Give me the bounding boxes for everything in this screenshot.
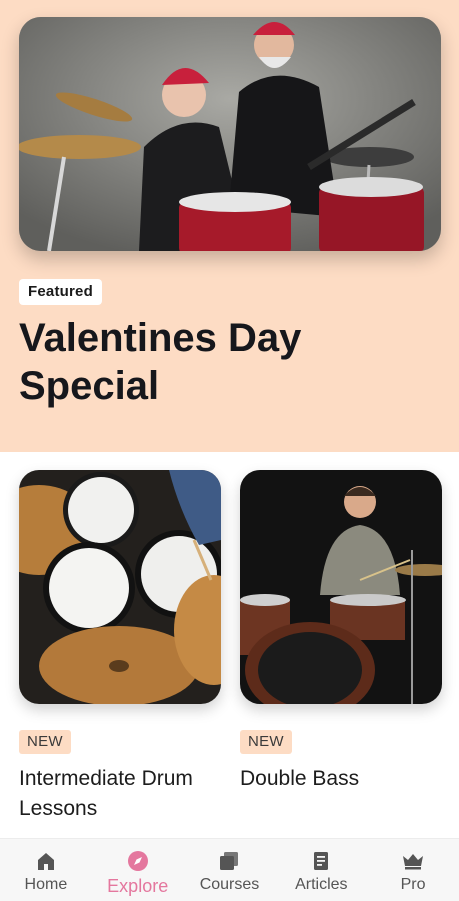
book-icon <box>314 852 329 870</box>
nav-label: Explore <box>107 876 169 896</box>
new-badge: NEW <box>19 730 71 754</box>
course-card[interactable]: NEW Double Bass <box>240 470 442 794</box>
stack-icon <box>220 852 239 870</box>
nav-item-home[interactable]: Home <box>0 839 92 901</box>
nav-label: Home <box>24 876 68 893</box>
drum-kit-photo <box>19 470 221 704</box>
nav-item-articles[interactable]: Articles <box>275 839 367 901</box>
crown-icon <box>403 854 424 870</box>
course-card-title[interactable]: Intermediate Drum Lessons <box>19 764 221 824</box>
nav-label: Courses <box>199 876 260 893</box>
featured-section[interactable]: Featured Valentines Day Special <box>0 0 459 452</box>
course-card[interactable]: NEW Intermediate Drum Lessons <box>19 470 221 824</box>
bottom-navigation: Home Explore Courses Articles Pro <box>0 838 459 901</box>
nav-label: Articles <box>295 876 348 893</box>
drummer-photo <box>240 470 442 704</box>
course-card-image[interactable] <box>19 470 221 704</box>
course-card-title[interactable]: Double Bass <box>240 764 442 794</box>
nav-item-courses[interactable]: Courses <box>184 839 276 901</box>
nav-item-pro[interactable]: Pro <box>367 839 459 901</box>
course-card-list: NEW Intermediate Drum Lessons NEW Double <box>0 452 459 838</box>
featured-title[interactable]: Valentines Day Special <box>19 314 439 410</box>
featured-badge: Featured <box>19 279 102 305</box>
home-icon <box>37 853 54 870</box>
nav-item-explore[interactable]: Explore <box>92 839 184 901</box>
nav-label: Pro <box>400 876 426 893</box>
course-card-image[interactable] <box>240 470 442 704</box>
new-badge: NEW <box>240 730 292 754</box>
band-photo <box>19 17 441 251</box>
featured-image[interactable] <box>19 17 441 251</box>
compass-icon <box>127 851 148 871</box>
